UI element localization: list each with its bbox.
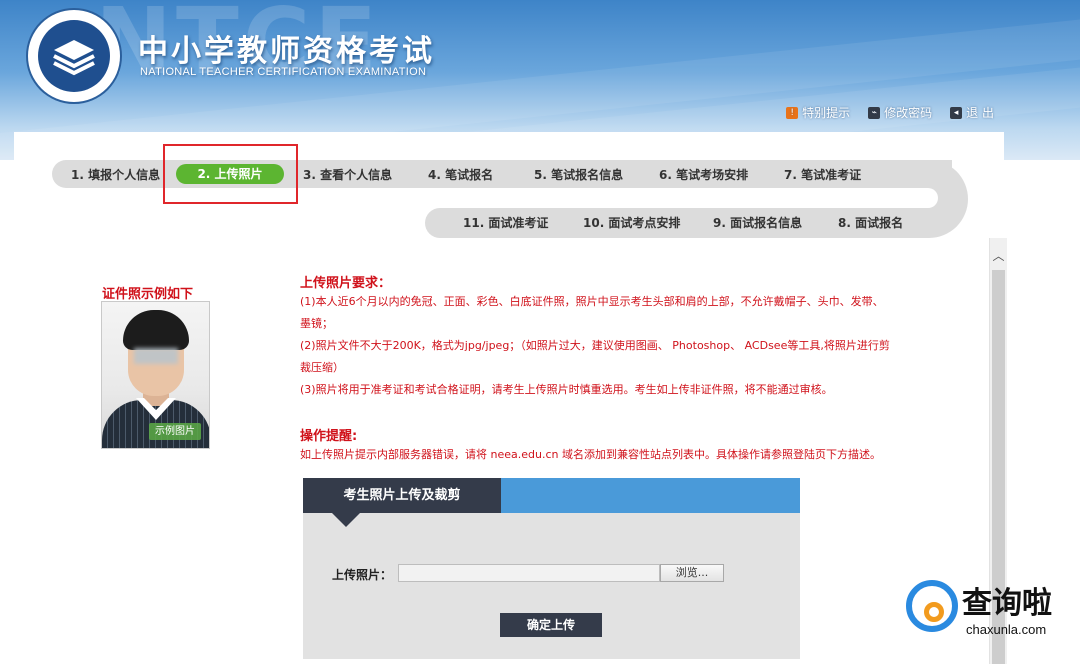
change-password-link[interactable]: ⌁ 修改密码 (868, 104, 932, 121)
logout-label: 退 出 (966, 106, 994, 120)
requirements-title: 上传照片要求： (300, 276, 392, 291)
file-path-input[interactable] (398, 564, 660, 582)
step-interview-site[interactable]: 10. 面试考点安排 (583, 214, 680, 231)
step-written-admission[interactable]: 7. 笔试准考证 (784, 166, 861, 183)
tab-pointer (332, 513, 360, 527)
requirement-line: 裁压缩） (300, 361, 344, 374)
watermark-cn: 查询啦 (962, 586, 1052, 621)
notice-icon: ! (786, 106, 799, 119)
site-subtitle: NATIONAL TEACHER CERTIFICATION EXAMINATI… (140, 66, 427, 78)
step-view-info[interactable]: 3. 查看个人信息 (303, 166, 392, 183)
logout-icon: ◂ (950, 106, 963, 119)
site-watermark: 查询啦 chaxunla.com (904, 574, 1074, 660)
requirement-line: 墨镜； (300, 317, 333, 330)
logo-emblem (38, 20, 110, 92)
requirement-line: (3)照片将用于准考证和考试合格证明，请考生上传照片时慎重选用。考生如上传非证件… (300, 383, 833, 396)
step-written-signup[interactable]: 4. 笔试报名 (428, 166, 493, 183)
change-password-label: 修改密码 (884, 106, 933, 120)
highlight-box (163, 144, 298, 204)
scroll-up-icon[interactable]: ︿ (990, 248, 1007, 264)
sample-photo: 示例图片 (101, 301, 210, 449)
book-stack-icon (53, 40, 95, 76)
upload-panel-tab[interactable]: 考生照片上传及裁剪 (303, 478, 501, 513)
steps-connector-inner (880, 188, 938, 208)
browse-button[interactable]: 浏览... (660, 564, 724, 582)
requirement-line: (1)本人近6个月以内的免冠、正面、彩色、白底证件照，照片中显示考生头部和肩的上… (300, 295, 884, 308)
key-icon: ⌁ (868, 106, 881, 119)
step-fill-info[interactable]: 1. 填报个人信息 (71, 166, 160, 183)
operation-text: 如上传照片提示内部服务器错误，请将 neea.edu.cn 域名添加到兼容性站点… (300, 448, 881, 461)
upload-panel: 考生照片上传及裁剪 上传照片： 浏览... 确定上传 (303, 478, 800, 659)
watermark-en: chaxunla.com (966, 622, 1047, 637)
top-links: ! 特别提示 ⌁ 修改密码 ◂ 退 出 (786, 104, 994, 121)
sample-badge: 示例图片 (149, 423, 201, 440)
watermark-q-icon (924, 602, 944, 622)
requirement-line: (2)照片文件不大于200K，格式为jpg/jpeg；（如照片过大，建议使用图画… (300, 339, 890, 352)
operation-title: 操作提醒: (300, 429, 358, 444)
photo-blur (134, 348, 178, 364)
logout-link[interactable]: ◂ 退 出 (950, 104, 994, 121)
site-title: 中小学教师资格考试 (138, 34, 435, 69)
ntce-logo (28, 10, 120, 102)
step-interview-signup[interactable]: 8. 面试报名 (838, 214, 903, 231)
special-notice-label: 特别提示 (802, 106, 851, 120)
confirm-upload-button[interactable]: 确定上传 (500, 613, 602, 637)
special-notice-link[interactable]: ! 特别提示 (786, 104, 850, 121)
step-written-signup-info[interactable]: 5. 笔试报名信息 (534, 166, 623, 183)
upload-label: 上传照片： (332, 568, 393, 582)
sample-photo-title: 证件照示例如下 (102, 287, 194, 302)
step-interview-admission[interactable]: 11. 面试准考证 (463, 214, 548, 231)
step-interview-signup-info[interactable]: 9. 面试报名信息 (713, 214, 802, 231)
step-written-room[interactable]: 6. 笔试考场安排 (659, 166, 748, 183)
watermark-logo-icon (906, 580, 958, 632)
photo-hair (123, 310, 189, 350)
